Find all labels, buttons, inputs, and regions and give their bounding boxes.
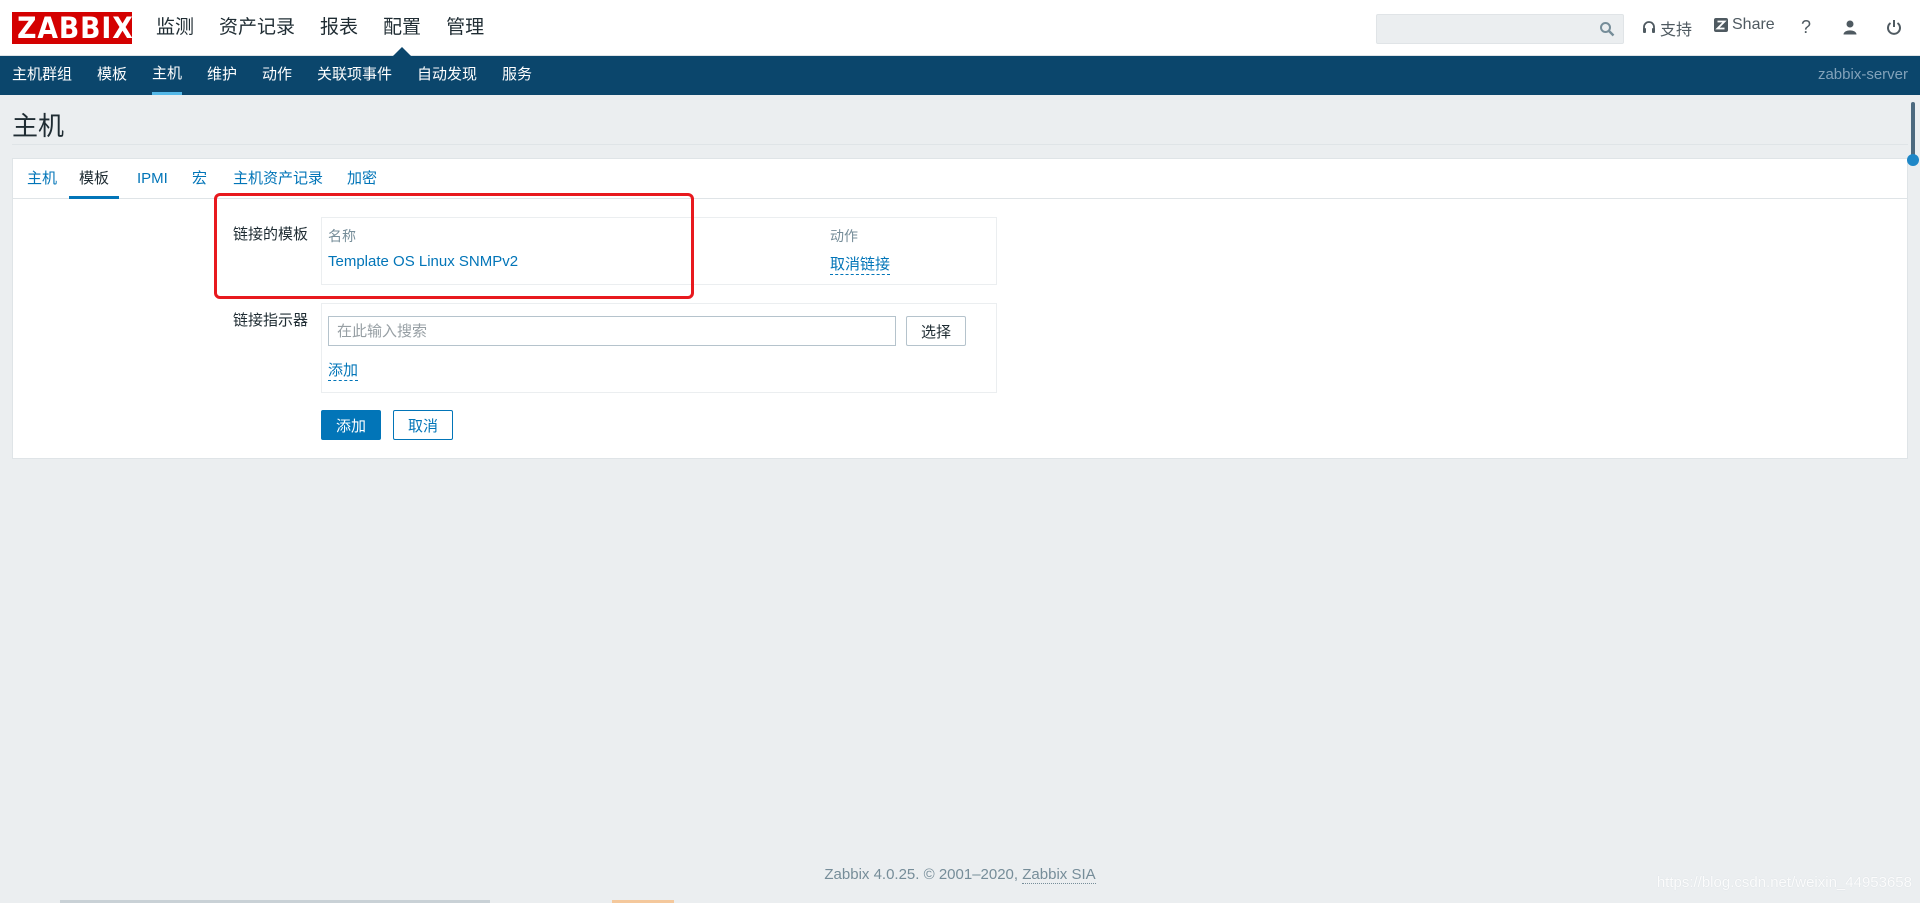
tab-templates[interactable]: 模板 — [69, 159, 120, 199]
cancel-button[interactable]: 取消 — [393, 410, 453, 440]
help-icon[interactable]: ? — [1795, 16, 1817, 38]
column-header-action: 动作 — [830, 228, 858, 244]
tab-inventory[interactable]: 主机资产记录 — [233, 159, 323, 199]
support-link[interactable]: 支持 — [1642, 16, 1692, 40]
template-search-input[interactable] — [328, 316, 896, 346]
subnav-host-groups[interactable]: 主机群组 — [12, 56, 72, 94]
linked-templates-table: 名称 动作 Template OS Linux SNMPv2 取消链接 — [321, 217, 997, 285]
subnav-actions[interactable]: 动作 — [262, 56, 292, 94]
tab-macros[interactable]: 宏 — [192, 159, 207, 199]
global-search — [1376, 14, 1624, 44]
menu-reports[interactable]: 报表 — [320, 0, 358, 56]
scrollbar-thumb[interactable] — [1911, 102, 1915, 162]
subnav-discovery[interactable]: 自动发现 — [417, 56, 477, 94]
page-title: 主机 — [12, 111, 65, 141]
subnav-maintenance[interactable]: 维护 — [207, 56, 237, 94]
page-scrollbar[interactable] — [1906, 96, 1920, 903]
select-template-button[interactable]: 选择 — [906, 316, 966, 346]
subnav-hosts[interactable]: 主机 — [152, 56, 183, 95]
menu-monitoring[interactable]: 监测 — [156, 0, 194, 56]
linked-templates-label: 链接的模板 — [233, 226, 309, 243]
subnav-services[interactable]: 服务 — [502, 56, 532, 94]
template-link[interactable]: Template OS Linux SNMPv2 — [328, 253, 518, 270]
tab-ipmi[interactable]: IPMI — [137, 159, 168, 199]
share-link[interactable]: Share — [1714, 16, 1775, 34]
tab-host[interactable]: 主机 — [27, 159, 57, 199]
footer: Zabbix 4.0.25. © 2001–2020, Zabbix SIA — [0, 866, 1920, 884]
tab-encryption[interactable]: 加密 — [347, 159, 377, 199]
unlink-template-button[interactable]: 取消链接 — [830, 253, 891, 275]
link-new-templates-box: 选择 添加 — [321, 303, 997, 393]
top-header: ZABBIX 监测 资产记录 报表 配置 管理 支持 Share ? — [0, 0, 1920, 56]
share-z-icon — [1714, 18, 1728, 32]
column-header-name: 名称 — [328, 228, 356, 244]
subnav-event-correlation[interactable]: 关联项事件 — [317, 56, 392, 94]
global-search-input[interactable] — [1377, 15, 1587, 43]
sign-out-icon[interactable] — [1883, 16, 1905, 38]
user-profile-icon[interactable] — [1839, 16, 1861, 38]
subnav-templates[interactable]: 模板 — [97, 56, 127, 94]
footer-text: Zabbix 4.0.25. © 2001–2020, — [824, 866, 1023, 883]
menu-configuration[interactable]: 配置 — [383, 0, 421, 56]
zabbix-logo[interactable]: ZABBIX — [12, 12, 133, 44]
host-form-panel: 主机 模板 IPMI 宏 主机资产记录 加密 链接的模板 名称 动作 Templ… — [12, 158, 1908, 459]
main-menu: 监测 资产记录 报表 配置 管理 — [156, 0, 509, 56]
title-divider — [12, 144, 1908, 145]
sub-navigation: 主机群组 模板 主机 维护 动作 关联项事件 自动发现 服务 zabbix-se… — [0, 56, 1920, 95]
watermark: https://blog.csdn.net/weixin_44953658 — [1656, 874, 1912, 891]
add-template-link[interactable]: 添加 — [328, 359, 359, 381]
server-name: zabbix-server — [1817, 66, 1908, 83]
scrollbar-knob[interactable] — [1907, 154, 1919, 166]
link-new-templates-label: 链接指示器 — [233, 312, 309, 329]
search-icon[interactable] — [1599, 21, 1615, 37]
menu-administration[interactable]: 管理 — [446, 0, 484, 56]
footer-link[interactable]: Zabbix SIA — [1022, 866, 1096, 884]
menu-inventory[interactable]: 资产记录 — [219, 0, 295, 56]
headset-icon — [1642, 21, 1656, 35]
add-button[interactable]: 添加 — [321, 410, 381, 440]
host-tabs: 主机 模板 IPMI 宏 主机资产记录 加密 — [13, 159, 1907, 199]
